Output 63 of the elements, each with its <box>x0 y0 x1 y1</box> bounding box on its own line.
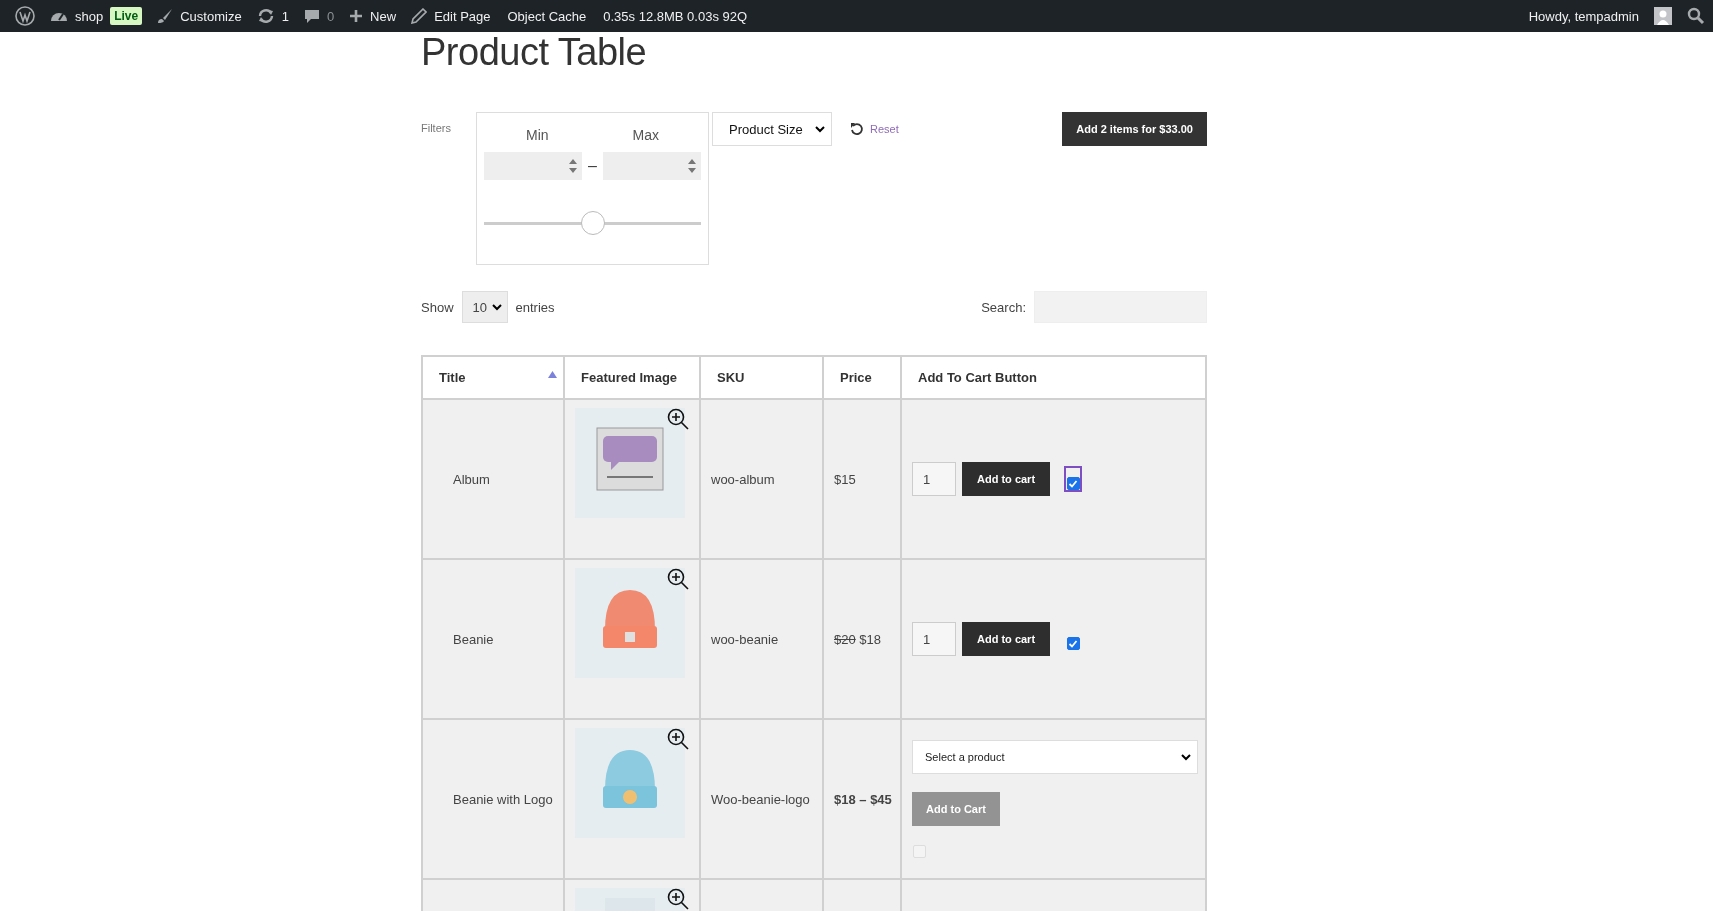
reset-link[interactable]: Reset <box>870 123 899 135</box>
checkmark-icon <box>1068 638 1079 649</box>
product-select[interactable]: Select a product <box>912 740 1198 774</box>
site-name-link[interactable]: shop <box>75 8 104 24</box>
checkmark-icon <box>1068 478 1079 489</box>
column-header[interactable]: Title <box>422 356 564 399</box>
object-cache-link[interactable]: Object Cache <box>507 8 587 24</box>
add-to-cart-button[interactable]: Add to cart <box>962 622 1051 656</box>
chevron-down-icon <box>491 303 502 311</box>
greeting-link[interactable]: Howdy, tempadmin <box>1528 8 1639 24</box>
slider-thumb[interactable] <box>580 211 605 235</box>
table-cell: Album <box>453 471 490 487</box>
zoom-in-icon[interactable] <box>667 728 689 750</box>
price-text: $18 – $45 <box>834 791 892 807</box>
column-header[interactable]: Add To Cart Button <box>901 356 1206 399</box>
zoom-in-icon[interactable] <box>667 568 689 590</box>
quantity-field[interactable]: 1 <box>912 462 956 496</box>
wordpress-logo-icon[interactable] <box>15 6 35 26</box>
column-header[interactable]: Featured Image <box>564 356 700 399</box>
customize-link[interactable]: Customize <box>180 8 242 24</box>
edit-page-link[interactable]: Edit Page <box>434 8 491 24</box>
table-cell: Woo-beanie-logo <box>711 791 810 807</box>
new-link[interactable]: New <box>370 8 397 24</box>
reset-icon[interactable] <box>850 122 864 136</box>
chevron-down-icon <box>1181 753 1191 761</box>
max-input[interactable] <box>602 152 701 180</box>
select-checkbox[interactable] <box>1066 468 1081 490</box>
max-label: Max <box>632 127 659 143</box>
filters-label: Filters <box>421 122 452 134</box>
min-input[interactable] <box>484 152 583 180</box>
table-cell: Beanie with Logo <box>453 791 553 807</box>
live-badge: Live <box>110 7 143 25</box>
min-label: Min <box>526 127 549 143</box>
column-header[interactable]: SKU <box>700 356 823 399</box>
entries-select[interactable]: 10 <box>461 291 508 323</box>
search-label: Search: <box>981 299 1026 315</box>
zoom-in-icon[interactable] <box>667 408 689 430</box>
chevron-down-icon <box>815 125 825 133</box>
plus-icon[interactable] <box>349 9 364 23</box>
table-cell: Beanie <box>453 631 494 647</box>
table-cell: woo-album <box>711 471 775 487</box>
add-selected-button[interactable]: Add 2 items for $33.00 <box>1062 112 1207 146</box>
show-label: Show <box>421 299 454 315</box>
column-header[interactable]: Price <box>823 356 901 399</box>
table-cell: woo-beanie <box>711 631 779 647</box>
spinner-arrows-icon[interactable] <box>687 157 697 175</box>
pencil-icon[interactable] <box>411 8 428 24</box>
updates-count[interactable]: 1 <box>281 8 289 24</box>
product-size-select[interactable]: Product Size <box>712 112 832 146</box>
refresh-icon[interactable] <box>256 8 275 24</box>
zoom-in-icon[interactable] <box>667 888 689 910</box>
search-icon[interactable] <box>1687 7 1705 25</box>
spinner-arrows-icon[interactable] <box>568 157 579 175</box>
comments-count[interactable]: 0 <box>326 8 335 24</box>
entries-label: entries <box>515 299 555 315</box>
range-dash: – <box>588 157 597 175</box>
query-stats[interactable]: 0.35s 12.8MB 0.03s 92Q <box>603 8 748 24</box>
add-to-cart-button[interactable]: Add to cart <box>962 462 1051 496</box>
page-title: Product Table <box>421 32 648 72</box>
quantity-field[interactable]: 1 <box>912 622 956 656</box>
price-text: $15 <box>834 471 856 487</box>
comment-icon[interactable] <box>303 8 320 24</box>
price-text: $20 $18 <box>834 631 882 647</box>
